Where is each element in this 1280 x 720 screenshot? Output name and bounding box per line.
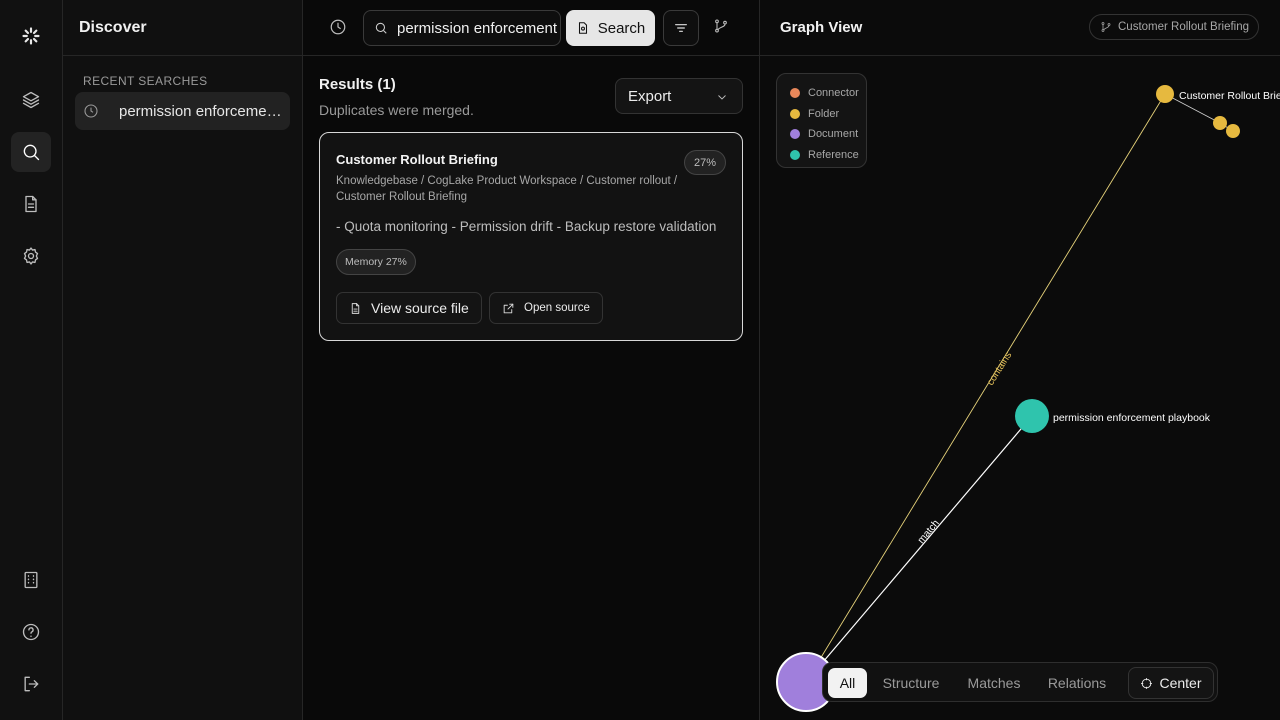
result-path: Knowledgebase / CogLake Product Workspac… (336, 175, 678, 203)
history-icon (84, 104, 98, 118)
center-button[interactable]: Center (1128, 667, 1214, 699)
export-label: Export (628, 87, 672, 105)
document-search-icon (578, 22, 587, 34)
legend-label: Reference (808, 148, 859, 161)
folder-node-label: Customer Rollout Briefing (1179, 90, 1280, 102)
legend-item: Document (790, 124, 866, 145)
graph-title: Graph View (780, 19, 863, 36)
result-snippet: - Quota monitoring - Permission drift - … (336, 219, 717, 234)
legend-label: Folder (808, 107, 840, 120)
graph-filter-tabs: All Structure Matches Relations Center (822, 662, 1218, 702)
search-icon (375, 22, 387, 34)
memory-badge: Memory 27% (336, 249, 416, 275)
edge-match (805, 415, 1033, 683)
edge-contains (805, 93, 1166, 683)
open-source-button[interactable]: Open source (489, 292, 603, 324)
legend-dot-folder (790, 108, 800, 119)
tab-structure[interactable]: Structure (875, 668, 947, 698)
graph-context-label: Customer Rollout Briefing (1118, 21, 1250, 33)
edge-label-contains: contains (985, 350, 1014, 387)
app-window: Discover RECENT SEARCHES permission enfo… (0, 0, 1280, 720)
external-link-icon (503, 303, 514, 313)
recent-searches-heading: RECENT SEARCHES (83, 74, 208, 88)
view-source-file-button[interactable]: View source file (336, 292, 482, 324)
chevron-down-icon (718, 95, 726, 100)
building-icon[interactable] (11, 560, 51, 600)
folder-node[interactable] (1226, 124, 1240, 138)
results-title: Results (1) (319, 76, 396, 93)
export-dropdown[interactable]: Export (615, 78, 743, 114)
results-subtitle: Duplicates were merged. (319, 102, 474, 118)
discover-title: Discover (63, 0, 302, 56)
graph-legend: Connector Folder Document Reference (776, 73, 867, 168)
search-history-icon[interactable] (329, 18, 349, 38)
graph-context-pill[interactable]: Customer Rollout Briefing (1089, 14, 1259, 40)
legend-item: Reference (790, 145, 866, 166)
tab-relations[interactable]: Relations (1041, 668, 1113, 698)
folder-node[interactable] (1156, 85, 1174, 103)
edge-label-match: match (916, 518, 942, 546)
logout-icon[interactable] (11, 664, 51, 704)
legend-label: Connector (808, 87, 859, 100)
help-icon[interactable] (11, 612, 51, 652)
reference-node-label: permission enforcement playbook (1053, 412, 1211, 424)
legend-label: Document (808, 128, 859, 141)
filter-icon (675, 24, 687, 32)
settings-gear-icon[interactable] (11, 236, 51, 276)
results-panel: Search Results (1) Duplicates were merge… (303, 0, 760, 720)
legend-dot-reference (790, 149, 800, 160)
recent-search-item[interactable]: permission enforcement playbook (75, 92, 290, 130)
file-icon (351, 302, 360, 314)
tab-matches[interactable]: Matches (961, 668, 1027, 698)
app-logo-icon[interactable] (11, 16, 51, 56)
legend-dot-connector (790, 88, 800, 99)
search-button-label: Search (597, 19, 646, 37)
crosshair-icon (1141, 677, 1153, 689)
recent-search-label: permission enforcement playbook (119, 102, 284, 120)
layers-icon[interactable] (11, 80, 51, 120)
folder-node[interactable] (1213, 116, 1227, 130)
reference-node[interactable] (1015, 399, 1049, 433)
open-source-label: Open source (524, 302, 590, 314)
center-label: Center (1159, 675, 1202, 691)
search-button[interactable]: Search (566, 10, 655, 46)
search-nav-icon[interactable] (11, 132, 51, 172)
graph-header: Graph View Customer Rollout Briefing (760, 0, 1280, 56)
search-toolbar: Search (303, 0, 760, 56)
discover-panel: Discover RECENT SEARCHES permission enfo… (63, 0, 303, 720)
git-branch-icon[interactable] (713, 18, 733, 38)
legend-item: Connector (790, 83, 866, 104)
tab-all[interactable]: All (828, 668, 867, 698)
result-card[interactable]: Customer Rollout Briefing 27% Knowledgeb… (319, 132, 743, 341)
git-branch-icon (1101, 22, 1111, 32)
legend-dot-document (790, 129, 800, 140)
score-badge: 27% (683, 150, 726, 175)
result-title: Customer Rollout Briefing (336, 152, 498, 167)
search-input[interactable] (397, 19, 557, 37)
icon-rail (0, 0, 63, 720)
graph-view-panel: Graph View Customer Rollout Briefing con… (760, 0, 1280, 720)
legend-item: Folder (790, 104, 866, 125)
document-icon[interactable] (11, 184, 51, 224)
filter-button[interactable] (663, 10, 699, 46)
search-field[interactable] (363, 10, 561, 46)
view-source-file-label: View source file (371, 300, 469, 316)
